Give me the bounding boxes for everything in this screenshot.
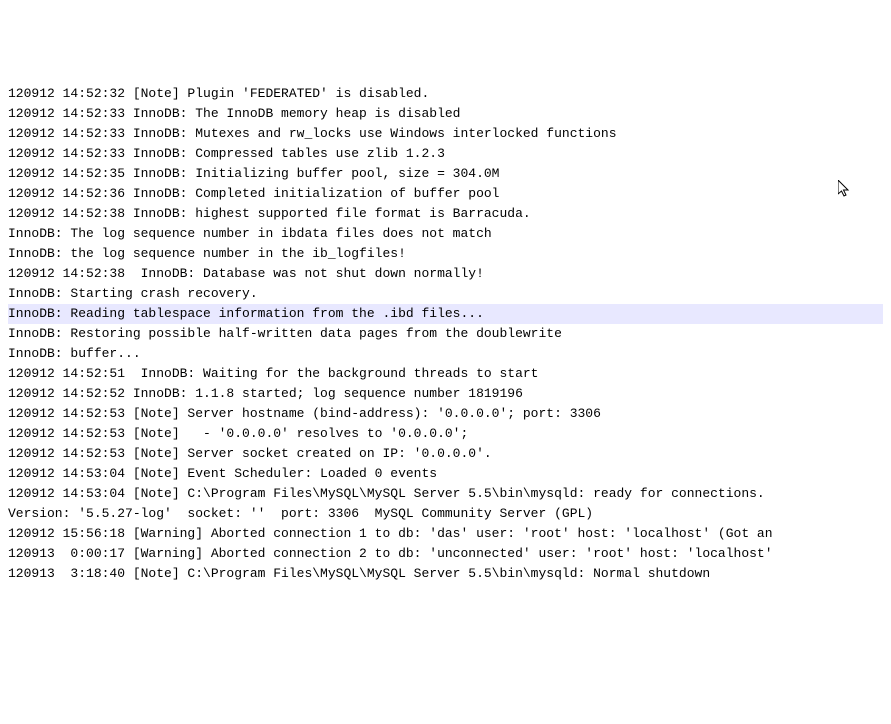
log-line[interactable]: InnoDB: Reading tablespace information f… — [8, 304, 883, 324]
log-line[interactable]: 120912 14:52:38 InnoDB: highest supporte… — [8, 204, 883, 224]
log-line[interactable]: 120912 14:52:38 InnoDB: Database was not… — [8, 264, 883, 284]
log-line[interactable]: 120912 14:52:33 InnoDB: Mutexes and rw_l… — [8, 124, 883, 144]
log-line[interactable]: 120913 0:00:17 [Warning] Aborted connect… — [8, 544, 883, 564]
log-line[interactable]: InnoDB: Restoring possible half-written … — [8, 324, 883, 344]
log-line[interactable]: 120912 14:52:33 InnoDB: Compressed table… — [8, 144, 883, 164]
log-viewer[interactable]: 120912 14:52:32 [Note] Plugin 'FEDERATED… — [8, 84, 883, 584]
log-line[interactable]: 120912 14:53:04 [Note] C:\Program Files\… — [8, 484, 883, 504]
log-line[interactable]: 120912 15:56:18 [Warning] Aborted connec… — [8, 524, 883, 544]
log-line[interactable]: 120912 14:52:51 InnoDB: Waiting for the … — [8, 364, 883, 384]
log-line[interactable]: Version: '5.5.27-log' socket: '' port: 3… — [8, 504, 883, 524]
log-line[interactable]: 120912 14:52:36 InnoDB: Completed initia… — [8, 184, 883, 204]
log-line[interactable]: InnoDB: Starting crash recovery. — [8, 284, 883, 304]
log-line[interactable]: InnoDB: buffer... — [8, 344, 883, 364]
log-line[interactable]: 120912 14:52:53 [Note] Server socket cre… — [8, 444, 883, 464]
log-line[interactable]: 120912 14:52:32 [Note] Plugin 'FEDERATED… — [8, 84, 883, 104]
log-line[interactable]: 120912 14:52:53 [Note] Server hostname (… — [8, 404, 883, 424]
log-line[interactable]: 120912 14:53:04 [Note] Event Scheduler: … — [8, 464, 883, 484]
log-line[interactable]: 120912 14:52:33 InnoDB: The InnoDB memor… — [8, 104, 883, 124]
log-line[interactable]: InnoDB: The log sequence number in ibdat… — [8, 224, 883, 244]
log-line[interactable]: 120913 3:18:40 [Note] C:\Program Files\M… — [8, 564, 883, 584]
log-line[interactable]: 120912 14:52:52 InnoDB: 1.1.8 started; l… — [8, 384, 883, 404]
log-line[interactable]: InnoDB: the log sequence number in the i… — [8, 244, 883, 264]
log-line[interactable]: 120912 14:52:35 InnoDB: Initializing buf… — [8, 164, 883, 184]
log-line[interactable]: 120912 14:52:53 [Note] - '0.0.0.0' resol… — [8, 424, 883, 444]
